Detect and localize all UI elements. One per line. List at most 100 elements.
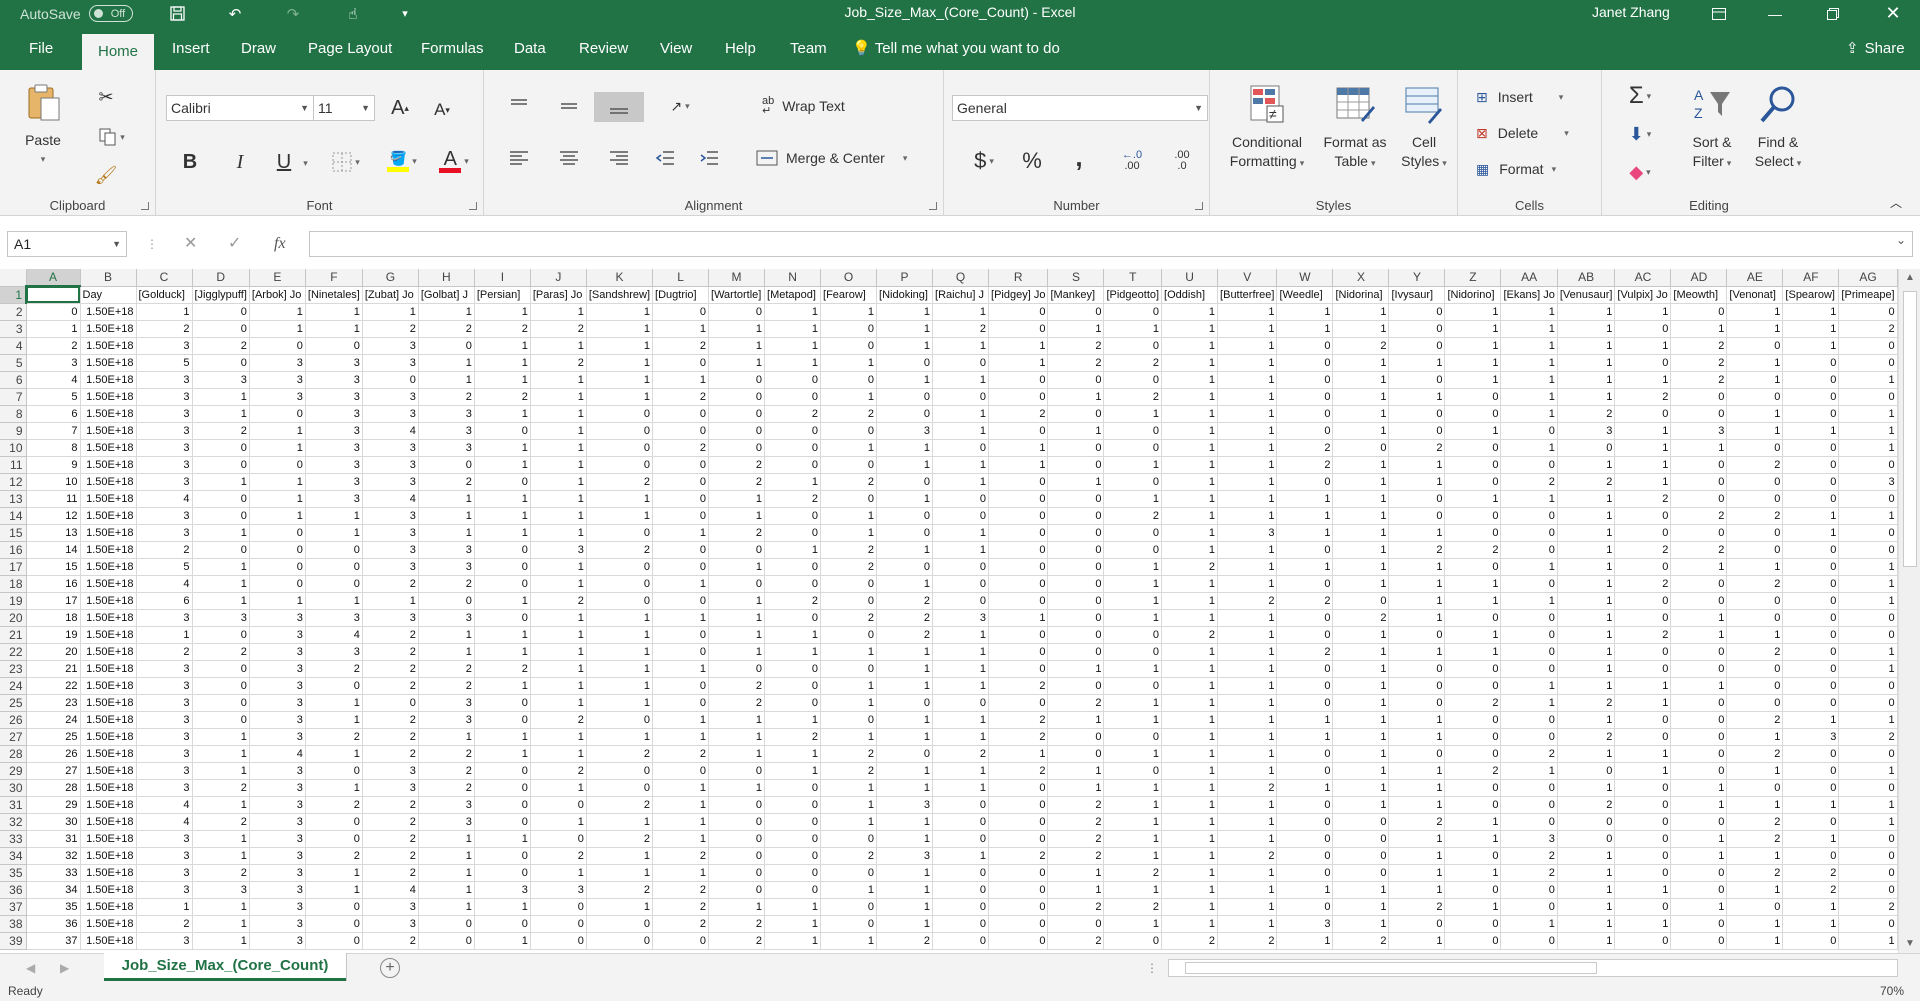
cell[interactable]: 2 bbox=[988, 677, 1049, 695]
cell[interactable]: 0 bbox=[1444, 881, 1502, 899]
cell[interactable]: 2 bbox=[474, 660, 531, 678]
cell[interactable]: 1 bbox=[1332, 371, 1390, 389]
cell[interactable]: 2 bbox=[1557, 405, 1616, 423]
cell[interactable]: 2 bbox=[1332, 337, 1390, 355]
cell[interactable]: 2 bbox=[192, 813, 250, 831]
cell[interactable]: 0 bbox=[820, 711, 878, 729]
cell[interactable]: 0 bbox=[764, 864, 822, 882]
cell[interactable]: 0 bbox=[1670, 456, 1728, 474]
cell[interactable]: 0 bbox=[988, 898, 1049, 916]
cell[interactable]: 3 bbox=[305, 354, 363, 372]
decrease-indent-icon[interactable] bbox=[650, 144, 680, 172]
column-header-ae[interactable]: AE bbox=[1726, 269, 1784, 287]
delete-cells-button[interactable]: ⊠ Delete ▾ bbox=[1476, 120, 1596, 146]
cell[interactable]: 0 bbox=[1388, 626, 1446, 644]
fill-icon[interactable]: ⬇ ▾ bbox=[1618, 120, 1662, 148]
cell[interactable]: 1 bbox=[474, 303, 531, 321]
cell[interactable]: 1 bbox=[1388, 592, 1446, 610]
cut-icon[interactable]: ✂ bbox=[92, 84, 120, 110]
cell[interactable]: 1 bbox=[249, 422, 306, 440]
cell[interactable]: 1 bbox=[192, 915, 250, 933]
cell[interactable]: 2 bbox=[362, 711, 419, 729]
cell[interactable]: 2 bbox=[362, 830, 419, 848]
cell[interactable]: 1 bbox=[1557, 864, 1616, 882]
cell[interactable]: 0 bbox=[1726, 898, 1784, 916]
cell[interactable]: 2 bbox=[136, 643, 193, 661]
cell[interactable]: 13 bbox=[26, 524, 81, 542]
cell[interactable]: 2 bbox=[708, 677, 766, 695]
cell[interactable]: 1 bbox=[192, 847, 250, 865]
cell[interactable]: 1 bbox=[1217, 575, 1278, 593]
cell[interactable]: 1.50E+18 bbox=[80, 405, 137, 423]
cell[interactable]: 1 bbox=[876, 541, 934, 559]
cell[interactable]: 0 bbox=[586, 762, 654, 780]
cell[interactable]: 0 bbox=[1103, 762, 1163, 780]
cell[interactable]: 1 bbox=[474, 490, 531, 508]
cell[interactable]: 1 bbox=[1103, 711, 1163, 729]
cell[interactable]: 1 bbox=[249, 473, 306, 491]
align-top-icon[interactable] bbox=[504, 92, 534, 120]
column-header-k[interactable]: K bbox=[586, 269, 654, 287]
cell[interactable]: 1 bbox=[820, 694, 878, 712]
cell[interactable]: 2 bbox=[1047, 337, 1105, 355]
cell[interactable]: 1 bbox=[530, 626, 587, 644]
column-header-ac[interactable]: AC bbox=[1614, 269, 1672, 287]
cell[interactable]: 3 bbox=[418, 694, 475, 712]
cell[interactable]: 0 bbox=[1614, 796, 1672, 814]
cell[interactable]: 1 bbox=[1838, 422, 1898, 440]
cell[interactable]: 1 bbox=[1161, 388, 1219, 406]
cell[interactable]: 2 bbox=[1838, 898, 1898, 916]
tell-me-search[interactable]: 💡 Tell me what you want to do bbox=[852, 27, 1060, 70]
cell[interactable]: 0 bbox=[988, 490, 1049, 508]
bold-button[interactable]: B bbox=[176, 148, 204, 176]
cell[interactable]: 2 bbox=[1726, 813, 1784, 831]
cell[interactable]: 1 bbox=[1161, 575, 1219, 593]
cell[interactable]: 1 bbox=[876, 813, 934, 831]
cell[interactable]: 1.50E+18 bbox=[80, 881, 137, 899]
cell[interactable]: 0 bbox=[652, 473, 710, 491]
cell[interactable]: 0 bbox=[1388, 694, 1446, 712]
cell[interactable]: 1 bbox=[1670, 779, 1728, 797]
cell[interactable]: 1.50E+18 bbox=[80, 779, 137, 797]
user-name[interactable]: Janet Zhang bbox=[1592, 0, 1670, 25]
cell-aa1[interactable]: [Ekans] Jo bbox=[1500, 286, 1558, 304]
cell[interactable]: 5 bbox=[26, 388, 81, 406]
cell[interactable]: 2 bbox=[1161, 558, 1219, 576]
number-launcher-icon[interactable] bbox=[1195, 202, 1203, 210]
cell[interactable]: 1 bbox=[530, 609, 587, 627]
cell[interactable]: 3 bbox=[136, 881, 193, 899]
cell[interactable]: 1 bbox=[474, 677, 531, 695]
cell[interactable]: 1 bbox=[1161, 473, 1219, 491]
cell[interactable]: 1 bbox=[474, 456, 531, 474]
cell[interactable]: 0 bbox=[1444, 609, 1502, 627]
column-header-ab[interactable]: AB bbox=[1557, 269, 1616, 287]
cell[interactable]: 0 bbox=[1838, 524, 1898, 542]
cell[interactable]: 2 bbox=[1500, 864, 1558, 882]
cell[interactable]: 1 bbox=[1276, 881, 1334, 899]
cell[interactable]: 0 bbox=[1276, 830, 1334, 848]
cell[interactable]: 3 bbox=[249, 626, 306, 644]
cell[interactable]: 1 bbox=[1332, 745, 1390, 763]
cell[interactable]: 3 bbox=[418, 405, 475, 423]
row-header-13[interactable]: 13 bbox=[0, 490, 27, 508]
vertical-scroll-thumb[interactable] bbox=[1903, 291, 1917, 567]
cell[interactable]: 1 bbox=[1614, 422, 1672, 440]
cell[interactable]: 1 bbox=[1047, 762, 1105, 780]
close-icon[interactable]: ✕ bbox=[1870, 0, 1916, 27]
cell[interactable]: 1 bbox=[652, 524, 710, 542]
cell[interactable]: 2 bbox=[652, 915, 710, 933]
cell[interactable]: 34 bbox=[26, 881, 81, 899]
cell[interactable]: 3 bbox=[305, 405, 363, 423]
cell[interactable]: 0 bbox=[764, 371, 822, 389]
cell[interactable]: 1 bbox=[1670, 439, 1728, 457]
cell[interactable]: 0 bbox=[249, 337, 306, 355]
cell[interactable]: 26 bbox=[26, 745, 81, 763]
cell[interactable]: 0 bbox=[1103, 643, 1163, 661]
cell[interactable]: 2 bbox=[820, 473, 878, 491]
cell[interactable]: 3 bbox=[136, 677, 193, 695]
cell[interactable]: 1 bbox=[1557, 337, 1616, 355]
cell[interactable]: 0 bbox=[1782, 473, 1840, 491]
cell[interactable]: 2 bbox=[652, 898, 710, 916]
cell[interactable]: 3 bbox=[136, 507, 193, 525]
cell[interactable]: 1 bbox=[1614, 371, 1672, 389]
